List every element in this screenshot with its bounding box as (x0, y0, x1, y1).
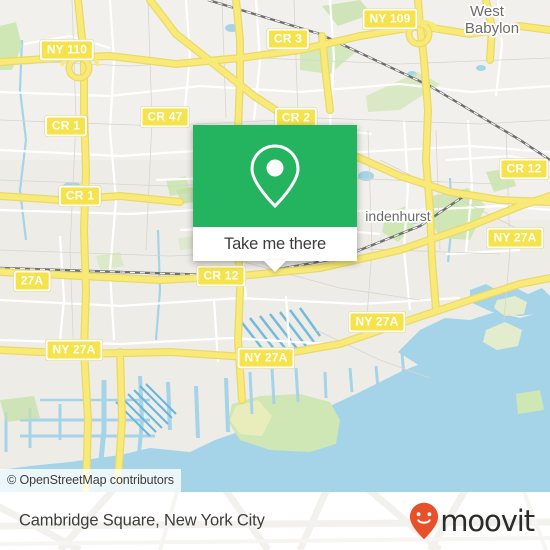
moovit-pin-icon (410, 502, 439, 540)
road-shield-label: NY 109 (369, 11, 411, 26)
moovit-wordmark: moovit (440, 503, 535, 538)
location-title: Cambridge Square, New York City (19, 511, 265, 530)
map-place-label: West (470, 3, 505, 20)
road-shield-label: CR 12 (506, 161, 542, 176)
road-shield-label: NY 110 (46, 42, 88, 57)
road-shield: NY 27A (348, 311, 406, 333)
footer-bar: Cambridge Square, New York City moovit (0, 492, 550, 550)
osm-attribution[interactable]: © OpenStreetMap contributors (0, 469, 181, 492)
moovit-map-screenshot: West West Babylon Babylon indenhurst indenhur… (0, 0, 550, 550)
location-popup-card[interactable]: Take me there (193, 125, 357, 272)
map-place-label: indenhurst (365, 208, 430, 224)
road-shield-label: CR 3 (273, 31, 303, 46)
road-shield-label: CR 47 (147, 109, 183, 124)
popup-tail (263, 260, 287, 272)
road-shield-label: NY 27A (52, 342, 96, 357)
road-shield: NY 27A (45, 339, 103, 361)
road-shield-label: NY 27A (493, 230, 537, 245)
popup-action-label: Take me there (224, 234, 326, 253)
popup-header (193, 125, 357, 227)
road-shield-label: CR 2 (281, 110, 311, 125)
road-shield: NY 109 (362, 8, 418, 30)
road-shield-label: CR 1 (51, 118, 81, 133)
road-shield: NY 110 (39, 39, 95, 61)
road-shield: CR 12 (196, 265, 246, 287)
moovit-logo[interactable]: moovit (409, 502, 535, 540)
road-shield: CR 1 (44, 115, 88, 137)
road-shield: CR 12 (499, 158, 549, 180)
road-shield: NY 27A (486, 227, 544, 249)
road-shield: CR 47 (140, 106, 190, 128)
road-shield-label: CR 12 (203, 268, 239, 283)
road-shield-label: NY 27A (244, 350, 288, 365)
road-shield: CR 3 (266, 28, 310, 50)
popup-action-button[interactable]: Take me there (193, 227, 357, 261)
map-place-label: Babylon (465, 20, 519, 37)
map-pin-icon (250, 144, 300, 209)
road-shield: NY 27A (237, 347, 295, 369)
road-shield: 27A (13, 270, 51, 292)
road-shield-label: 27A (20, 273, 44, 288)
road-shield-label: CR 1 (65, 188, 95, 203)
road-shield-label: NY 27A (355, 314, 399, 329)
road-shield: CR 1 (58, 185, 102, 207)
